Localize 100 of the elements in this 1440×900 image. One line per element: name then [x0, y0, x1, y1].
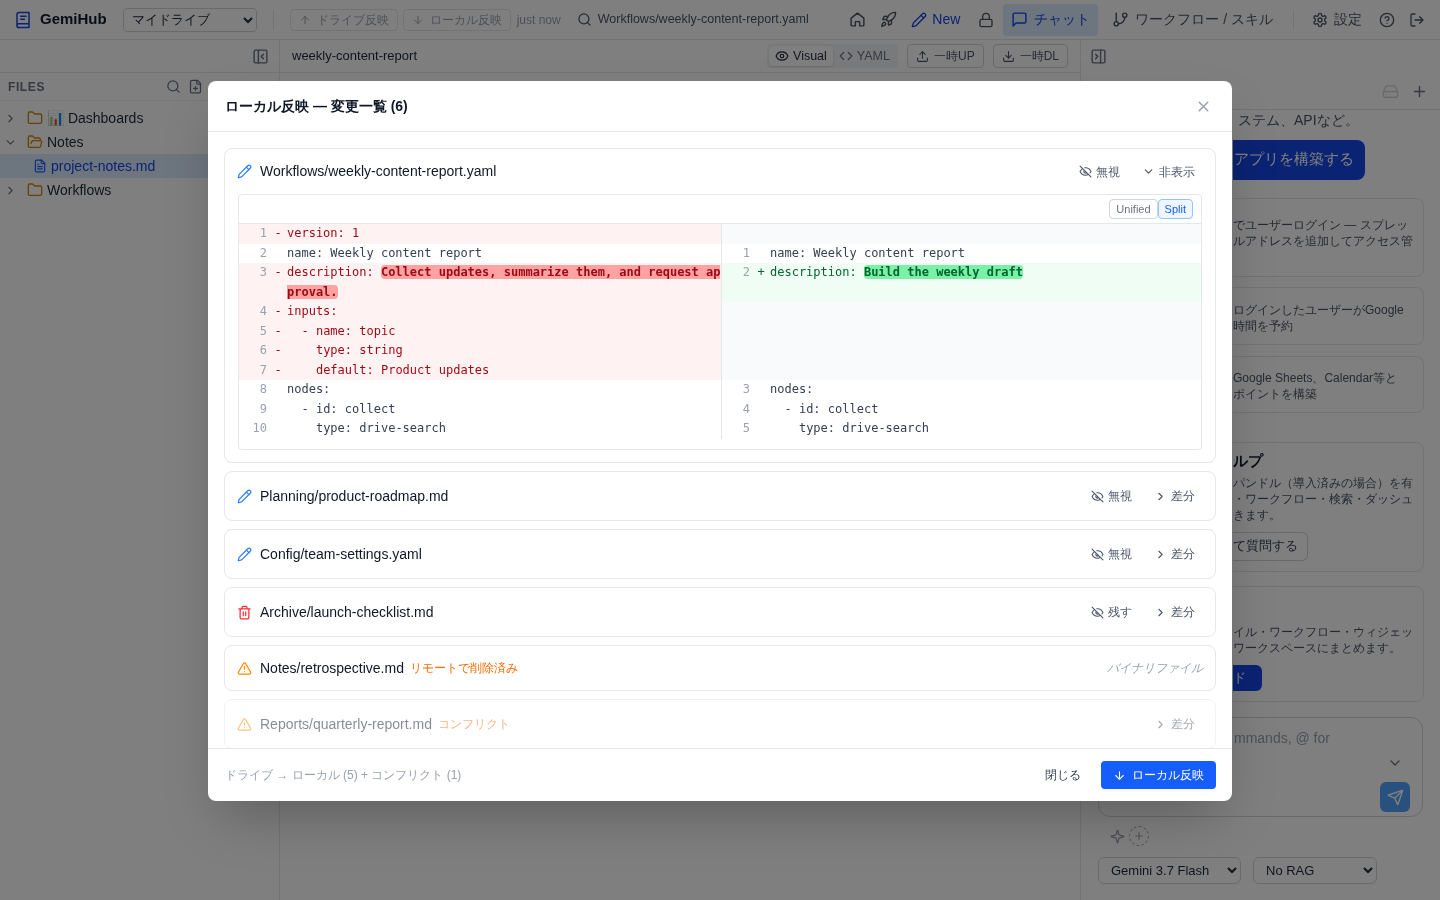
item-action-button[interactable]: 無視 [1083, 542, 1140, 566]
trash-icon [237, 604, 252, 620]
nav-tab[interactable]: チャット [1003, 3, 1099, 36]
code-line: nodes: [287, 381, 332, 398]
suggestion-card[interactable]: でユーザーログイン — スプレッ ルアドレスを追加してアクセス管 [1233, 198, 1424, 277]
file-plus-icon [188, 79, 203, 94]
eye-off-icon [1091, 489, 1104, 503]
pencil-icon [237, 546, 252, 562]
model-select[interactable]: Gemini 3.7 Flash [1098, 857, 1241, 884]
line-number: 5 [258, 322, 267, 340]
diff-mode-tab[interactable]: Unified [1109, 199, 1158, 219]
collapse-sidebar-button[interactable] [252, 47, 269, 65]
apply-button[interactable]: ローカル反映 [1101, 761, 1216, 789]
close-dialog-button[interactable]: 閉じる [1033, 761, 1093, 789]
line-number: 4 [258, 303, 267, 320]
card-button[interactable]: て質問する [1233, 532, 1308, 561]
suggestion-card[interactable]: ログインしたユーザーがGoogle 時間を予約 [1233, 287, 1424, 345]
logo-icon [14, 10, 32, 29]
suggestion-card[interactable]: ルプ パンドル（導入済みの場合）を有 ・ワークフロー・検索・ダッシュ きます。 て質問する [1233, 442, 1424, 572]
settings-icon [1312, 11, 1328, 28]
line-number: 1 [741, 244, 750, 262]
lock-icon [978, 11, 995, 28]
sparkle-button[interactable] [1110, 828, 1125, 844]
file-path: Archive/launch-checklist.md [260, 602, 434, 622]
folder-icon [27, 110, 43, 126]
summary-text: ドライブ → ローカル (5) + コンフリクト (1) [225, 767, 462, 784]
upload-button[interactable]: 一時UP [907, 44, 984, 68]
new-button[interactable]: New [906, 5, 966, 34]
arrow-down-icon [1113, 768, 1126, 782]
card-button[interactable]: ド [1233, 665, 1262, 691]
intro-text: ステム、APIなど。 [1238, 111, 1359, 130]
status-tag: リモートで削除済み [409, 659, 518, 677]
file-icon [33, 159, 47, 173]
item-action-button[interactable]: 無視 [1071, 159, 1128, 184]
file-search-button[interactable]: Workflows/weekly-content-report.yaml [576, 10, 809, 29]
item-action-button[interactable]: 残す [1083, 600, 1140, 624]
item-action-button[interactable]: 差分 [1146, 600, 1203, 624]
new-file-button[interactable] [188, 79, 203, 94]
code-line: name: Weekly content report [770, 244, 967, 262]
logout-icon [1409, 11, 1425, 28]
code-line: description: Build the weekly draft [770, 264, 1024, 281]
tree-item[interactable]: Workflows [0, 178, 279, 202]
card-text: ワークスペースにまとめます。 [1233, 640, 1401, 656]
folder-icon [27, 182, 43, 198]
dialog-title: ローカル反映 — 変更一覧 (6) [225, 96, 408, 116]
download-button[interactable]: 一時DL [992, 44, 1068, 68]
file-path: Config/team-settings.yaml [260, 544, 422, 564]
diff-mode-tab[interactable]: Split [1157, 199, 1193, 219]
arrow-down-icon [411, 13, 424, 26]
line-number: 3 [741, 381, 750, 398]
line-number: 4 [741, 400, 750, 418]
card-text: ・ワークフロー・検索・ダッシュ [1233, 491, 1413, 507]
line-number: 6 [258, 342, 267, 359]
pencil-icon [237, 488, 252, 504]
settings-button[interactable]: 設定 [1308, 5, 1366, 34]
view-mode-tab[interactable]: Visual [769, 46, 833, 66]
panel-icon [252, 47, 269, 65]
tree-item[interactable]: Notes [0, 130, 279, 154]
search-icon [576, 12, 592, 27]
editor-title: weekly-content-report [292, 47, 417, 66]
folder-icon [27, 134, 43, 150]
card-text: イル・ワークフロー・ウィジェッ [1233, 624, 1413, 640]
item-action-button[interactable]: 無視 [1083, 484, 1140, 508]
card-text: 時間を予約 [1233, 318, 1293, 334]
chat-icon [1011, 11, 1029, 28]
card-text: ルアドレスを追加してアクセス管 [1233, 233, 1413, 249]
card-text: ログインしたユーザーがGoogle [1233, 302, 1404, 318]
panel-icon [1090, 48, 1107, 65]
file-note: バイナリファイル [1107, 660, 1203, 677]
suggestion-card[interactable]: イル・ワークフロー・ウィジェッ ワークスペースにまとめます。 ド [1233, 586, 1424, 702]
card-text: Google Sheets、Calendar等と [1233, 370, 1398, 386]
diff-sign: - [274, 264, 282, 281]
diff-sign: - [274, 303, 282, 320]
view-mode-tab[interactable]: YAML [832, 46, 896, 66]
search-button[interactable] [166, 79, 181, 94]
warning-icon [237, 716, 252, 732]
card-text: パンドル（導入済みの場合）を有 [1233, 475, 1413, 491]
rocket-icon [880, 11, 898, 28]
warning-icon [237, 660, 252, 676]
sparkle-icon [1110, 828, 1125, 844]
toggle-panel-button[interactable] [1090, 48, 1107, 65]
diff-sign: - [274, 342, 282, 359]
line-number: 5 [741, 420, 750, 437]
item-action-button[interactable]: 差分 [1146, 542, 1203, 566]
suggestion-card[interactable]: Google Sheets、Calendar等と ポイントを構築 [1233, 356, 1424, 413]
item-action-button[interactable]: 非表示 [1134, 159, 1203, 184]
line-number: 10 [251, 420, 267, 437]
build-app-button[interactable]: アプリを構築する [1233, 140, 1365, 180]
drive-select[interactable]: マイドライブ [122, 7, 257, 32]
rag-select[interactable]: No RAG [1253, 857, 1377, 884]
line-number: 1 [258, 225, 267, 242]
code-line: - id: collect [783, 400, 880, 418]
item-action-button[interactable]: 差分 [1146, 484, 1203, 508]
card-text: ポイントを構築 [1233, 386, 1317, 402]
files-heading: FILES [8, 78, 45, 96]
code-line: - name: topic [300, 322, 397, 340]
line-number: 2 [258, 244, 267, 262]
send-button[interactable] [1380, 782, 1410, 812]
line-number: 7 [258, 361, 267, 379]
nav-tab[interactable]: ワークフロー / スキル [1104, 3, 1281, 36]
